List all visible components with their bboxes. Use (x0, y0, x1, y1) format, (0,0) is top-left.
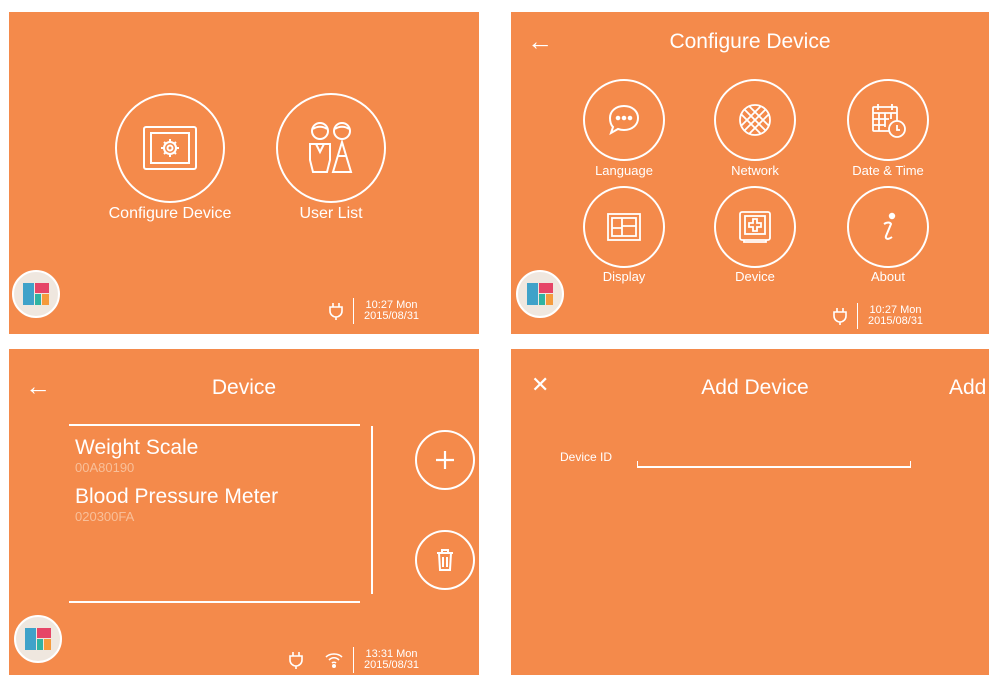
network-button[interactable] (714, 79, 796, 161)
power-plug-icon (289, 652, 303, 669)
clock-date: 2015/08/31 (364, 310, 420, 322)
device-button[interactable] (714, 186, 796, 268)
status-bar: 10:27 Mon 2015/08/31 (329, 298, 419, 324)
user-list-button[interactable] (276, 93, 386, 203)
delete-device-button[interactable] (415, 530, 475, 590)
about-label: About (871, 269, 905, 284)
configure-device-screen: ← Configure Device Language Network Date… (511, 12, 989, 334)
device-label: Device (735, 269, 775, 284)
device-name: Blood Pressure Meter (75, 485, 279, 508)
configure-device-label: Configure Device (108, 205, 232, 222)
medical-device-icon (739, 211, 771, 243)
date-time-button[interactable] (847, 79, 929, 161)
display-layout-icon (607, 213, 641, 241)
device-list-item[interactable]: Blood Pressure Meter 020300FA (75, 485, 278, 524)
clock: 10:27 Mon 2015/08/31 (868, 305, 923, 327)
device-id-field[interactable] (637, 461, 911, 468)
home-screen: Configure Device User List 10:27 Mon 201… (9, 12, 479, 334)
app-launcher-button[interactable] (14, 615, 62, 663)
back-arrow-icon[interactable]: ← (25, 373, 51, 399)
users-icon (309, 122, 353, 173)
device-id: 020300FA (75, 509, 135, 524)
speech-bubble-icon (608, 104, 640, 136)
close-icon[interactable]: ✕ (531, 374, 549, 396)
about-button[interactable] (847, 186, 929, 268)
add-device-screen: ✕ Add Device Add Device ID (511, 349, 989, 675)
calendar-clock-icon (872, 104, 906, 138)
status-bar: 13:31 Mon 2015/08/31 (289, 647, 419, 673)
network-label: Network (731, 163, 779, 178)
app-launcher-button[interactable] (516, 270, 564, 318)
device-screen: ← Device Weight Scale 00A80190 Blood Pre… (9, 349, 479, 675)
status-bar: 10:27 Mon 2015/08/31 (833, 303, 923, 329)
display-label: Display (602, 269, 646, 284)
clock-date: 2015/08/31 (364, 659, 420, 671)
display-button[interactable] (583, 186, 665, 268)
configure-device-icon (143, 126, 197, 170)
add-device-button[interactable] (415, 430, 475, 490)
back-arrow-icon[interactable]: ← (527, 28, 553, 54)
clock: 13:31 Mon 2015/08/31 (364, 649, 419, 671)
info-icon (883, 212, 896, 240)
configure-device-button[interactable] (115, 93, 225, 203)
page-title: Add Device (701, 376, 809, 399)
power-plug-icon (833, 308, 847, 325)
clock-date: 2015/08/31 (868, 315, 924, 327)
status-separator (857, 303, 858, 329)
status-separator (353, 647, 354, 673)
app-tiles-icon (23, 283, 49, 305)
language-label: Language (595, 163, 653, 178)
page-title: Configure Device (669, 30, 831, 53)
status-separator (353, 298, 354, 324)
device-id-label: Device ID (560, 450, 613, 464)
device-list-item[interactable]: Weight Scale 00A80190 (75, 436, 198, 475)
app-tiles-icon (25, 628, 51, 650)
user-list-label: User List (299, 205, 363, 222)
power-plug-icon (329, 303, 343, 320)
app-launcher-button[interactable] (12, 270, 60, 318)
clock: 10:27 Mon 2015/08/31 (364, 300, 419, 322)
plus-icon (436, 451, 454, 469)
add-button[interactable]: Add (949, 376, 986, 400)
globe-icon (739, 104, 771, 136)
app-tiles-icon (527, 283, 553, 305)
language-button[interactable] (583, 79, 665, 161)
device-id: 00A80190 (75, 460, 135, 475)
device-name: Weight Scale (75, 436, 199, 459)
trash-icon (437, 549, 453, 571)
date-time-label: Date & Time (852, 163, 924, 178)
device-list-divider (371, 426, 373, 594)
wifi-icon (325, 653, 343, 668)
page-title: Device (211, 376, 277, 399)
